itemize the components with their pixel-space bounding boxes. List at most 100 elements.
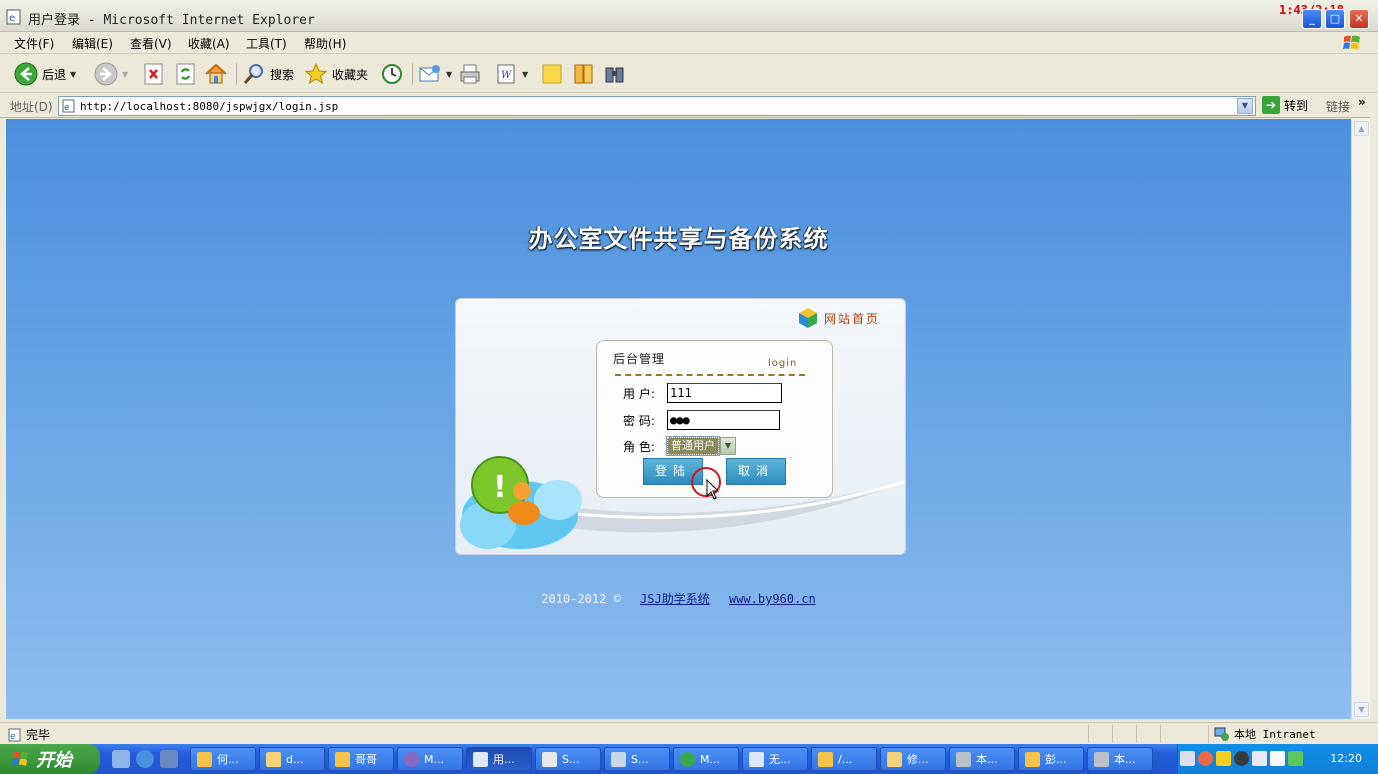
word-document-icon: W bbox=[497, 64, 515, 84]
svg-text:e: e bbox=[64, 103, 70, 113]
edit-dropdown-icon[interactable]: ▼ bbox=[522, 70, 528, 79]
svg-text:W: W bbox=[501, 70, 512, 81]
status-bar: e 完毕 本地 Intranet bbox=[0, 722, 1378, 744]
taskbar-item[interactable]: 彭... bbox=[1018, 747, 1084, 771]
vertical-scrollbar[interactable]: ▲ ▼ bbox=[1351, 119, 1370, 719]
mail-dropdown-icon[interactable]: ▼ bbox=[446, 70, 452, 79]
favorites-label: 收藏夹 bbox=[332, 67, 369, 82]
status-separator bbox=[1208, 725, 1209, 743]
forward-dropdown-icon[interactable]: ▼ bbox=[122, 70, 128, 79]
ie-icon bbox=[749, 751, 764, 767]
status-separator bbox=[1136, 725, 1137, 743]
scroll-up-icon[interactable]: ▲ bbox=[1354, 121, 1369, 136]
status-separator bbox=[1088, 725, 1089, 743]
taskbar-item[interactable]: /... bbox=[811, 747, 877, 771]
folder-icon bbox=[335, 751, 350, 767]
footer-link-jsj[interactable]: JSJ助学系统 bbox=[640, 592, 710, 606]
taskbar-item[interactable]: 修... bbox=[880, 747, 946, 771]
go-button[interactable]: ➔ 转到 bbox=[1262, 96, 1308, 114]
minimize-button[interactable]: _ bbox=[1302, 9, 1322, 29]
edit-with-word-button[interactable]: W ▼ bbox=[494, 61, 528, 87]
tray-network-icon[interactable] bbox=[1270, 751, 1285, 766]
favorites-star-icon bbox=[304, 62, 328, 85]
taskbar-item[interactable]: M... bbox=[673, 747, 739, 771]
windows-flag-icon bbox=[12, 751, 28, 766]
history-clock-icon bbox=[382, 64, 402, 84]
tray-app-icon[interactable] bbox=[1252, 751, 1267, 766]
security-zone-label: 本地 Intranet bbox=[1234, 728, 1316, 741]
quicklaunch-desktop-icon[interactable] bbox=[112, 750, 130, 768]
forward-button[interactable]: ▼ bbox=[94, 61, 128, 87]
site-home-link[interactable]: 网站首页 bbox=[798, 307, 880, 329]
mail-button[interactable]: ▼ bbox=[418, 61, 452, 87]
messenger-button[interactable] bbox=[603, 61, 627, 87]
history-button[interactable] bbox=[380, 61, 404, 87]
scroll-down-icon[interactable]: ▼ bbox=[1354, 702, 1369, 717]
role-select[interactable]: 普通用户 ▼ bbox=[666, 436, 736, 456]
menu-help[interactable]: 帮助(H) bbox=[304, 35, 346, 52]
taskbar-item[interactable]: d... bbox=[259, 747, 325, 771]
tray-collapse-icon[interactable] bbox=[1198, 751, 1213, 766]
tray-keyboard-icon[interactable] bbox=[1180, 751, 1195, 766]
toolbar-separator bbox=[236, 63, 237, 85]
footer-link-site[interactable]: www.by960.cn bbox=[729, 592, 816, 606]
address-dropdown-icon[interactable]: ▼ bbox=[1237, 98, 1253, 114]
binoculars-icon bbox=[605, 67, 624, 83]
menu-favorites[interactable]: 收藏(A) bbox=[188, 35, 230, 52]
print-button[interactable] bbox=[458, 61, 482, 87]
tray-app-icon[interactable] bbox=[1216, 751, 1231, 766]
svg-text:e: e bbox=[10, 732, 16, 742]
footer-copyright: 2010-2012 © bbox=[541, 592, 621, 606]
cancel-button[interactable]: 取消 bbox=[726, 458, 786, 485]
back-arrow-icon bbox=[14, 62, 38, 86]
role-dropdown-icon[interactable]: ▼ bbox=[720, 437, 736, 455]
address-input[interactable]: e http://localhost:8080/jspwjgx/login.js… bbox=[58, 96, 1256, 116]
home-button[interactable] bbox=[204, 61, 228, 87]
favorites-button[interactable]: 收藏夹 bbox=[304, 61, 368, 87]
menu-view[interactable]: 查看(V) bbox=[130, 35, 172, 52]
discuss-button[interactable] bbox=[540, 61, 564, 87]
folder-icon bbox=[266, 751, 281, 767]
site-home-label: 网站首页 bbox=[824, 311, 881, 326]
quicklaunch-media-icon[interactable] bbox=[160, 750, 178, 768]
research-button[interactable] bbox=[572, 61, 596, 87]
search-button[interactable]: 搜索 bbox=[242, 61, 294, 87]
ie-page-icon: e bbox=[6, 9, 21, 25]
start-button[interactable]: 开始 bbox=[0, 744, 100, 774]
folder-icon bbox=[197, 751, 212, 767]
back-dropdown-icon[interactable]: ▼ bbox=[70, 70, 76, 79]
taskbar-item-active[interactable]: 用... bbox=[466, 747, 532, 771]
taskbar-item[interactable]: S... bbox=[535, 747, 601, 771]
tray-qq-icon[interactable] bbox=[1234, 751, 1249, 766]
back-button[interactable]: 后退 ▼ bbox=[14, 61, 76, 87]
taskbar-item[interactable]: 本... bbox=[949, 747, 1015, 771]
note-icon bbox=[542, 64, 562, 84]
svg-text:e: e bbox=[9, 13, 15, 24]
status-separator bbox=[1112, 725, 1113, 743]
menu-edit[interactable]: 编辑(E) bbox=[72, 35, 113, 52]
menu-file[interactable]: 文件(F) bbox=[14, 35, 54, 52]
menu-tools[interactable]: 工具(T) bbox=[246, 35, 287, 52]
cube-icon bbox=[799, 308, 817, 328]
role-selected-value: 普通用户 bbox=[666, 436, 720, 456]
app-icon bbox=[542, 751, 557, 767]
links-button[interactable]: 链接 bbox=[1326, 98, 1350, 115]
password-input[interactable]: ●●● bbox=[667, 410, 780, 430]
address-bar: 地址(D) e http://localhost:8080/jspwjgx/lo… bbox=[0, 94, 1378, 118]
close-window-button[interactable]: ✕ bbox=[1349, 9, 1369, 29]
refresh-button[interactable] bbox=[174, 61, 198, 87]
status-done: e 完毕 bbox=[8, 726, 50, 743]
toolbar-chevron-icon[interactable]: » bbox=[1358, 95, 1366, 109]
windows-logo-icon bbox=[1343, 35, 1360, 50]
taskbar-item[interactable]: M... bbox=[397, 747, 463, 771]
tray-app-icon[interactable] bbox=[1288, 751, 1303, 766]
taskbar-item[interactable]: 何... bbox=[190, 747, 256, 771]
username-input[interactable]: 111 bbox=[667, 383, 782, 403]
taskbar-item[interactable]: 无... bbox=[742, 747, 808, 771]
taskbar-item[interactable]: 本... bbox=[1087, 747, 1153, 771]
taskbar-item[interactable]: S... bbox=[604, 747, 670, 771]
maximize-button[interactable]: □ bbox=[1325, 9, 1345, 29]
stop-button[interactable] bbox=[142, 61, 166, 87]
taskbar-item[interactable]: 哥哥 bbox=[328, 747, 394, 771]
quicklaunch-ie-icon[interactable] bbox=[136, 750, 154, 768]
